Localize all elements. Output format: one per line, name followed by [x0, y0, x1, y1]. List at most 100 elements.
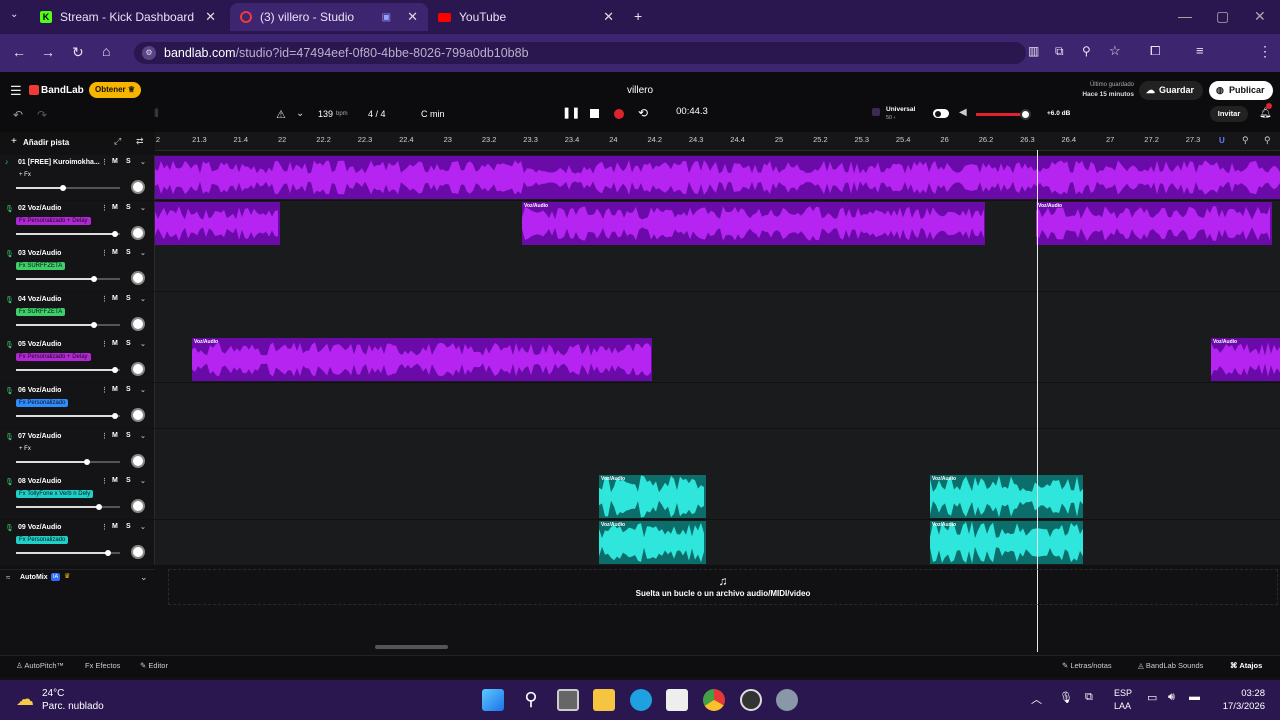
- chevron-down-icon[interactable]: ⌄: [140, 340, 146, 348]
- chevron-down-icon[interactable]: ⌄: [296, 108, 304, 119]
- track-header[interactable]: 🎙︎ 07 Voz/Audio ⋮ M S ⌄ + Fx: [0, 428, 155, 474]
- drop-zone[interactable]: ♫ Suelta un bucle o un archivo audio/MID…: [168, 569, 1278, 605]
- solo-button[interactable]: S: [126, 295, 131, 302]
- track-name[interactable]: 03 Voz/Audio: [18, 250, 61, 257]
- track-volume-slider[interactable]: [16, 185, 120, 191]
- master-volume-knob[interactable]: [1020, 109, 1032, 120]
- magnet-icon[interactable]: U: [1219, 136, 1225, 145]
- track-name[interactable]: 09 Voz/Audio: [18, 524, 61, 531]
- metronome-icon[interactable]: ⚠: [276, 108, 286, 121]
- mute-button[interactable]: M: [112, 158, 118, 165]
- solo-button[interactable]: S: [126, 386, 131, 393]
- track-header[interactable]: 🎙︎ 04 Voz/Audio ⋮ M S ⌄ Fx SURFFZETA: [0, 291, 155, 337]
- volume-knob[interactable]: [60, 185, 66, 191]
- volume-knob[interactable]: [112, 230, 118, 237]
- chevron-down-icon[interactable]: ⌄: [140, 523, 146, 531]
- track-header[interactable]: 🎙︎ 03 Voz/Audio ⋮ M S ⌄ Fx SURFFZETA: [0, 246, 155, 292]
- track-lane[interactable]: [155, 155, 1280, 200]
- track-volume-slider[interactable]: [16, 504, 120, 511]
- chevron-down-icon[interactable]: ⌄: [140, 477, 146, 485]
- hamburger-menu-icon[interactable]: ☰: [10, 83, 22, 99]
- fx-chip[interactable]: Fx Personalizado + Delay: [16, 216, 91, 225]
- track-header[interactable]: 🎙︎ 06 Voz/Audio ⋮ M S ⌄ Fx Personalizado: [0, 383, 155, 428]
- audio-clip[interactable]: [155, 201, 280, 245]
- track-volume-slider[interactable]: [16, 230, 120, 237]
- solo-button[interactable]: S: [126, 158, 131, 165]
- horizontal-scrollbar[interactable]: [375, 645, 448, 649]
- url-bar[interactable]: ⚙ bandlab.com/studio?id=47494eef-0f80-4b…: [134, 42, 1026, 64]
- track-menu-icon[interactable]: ⋮: [101, 477, 108, 485]
- close-icon[interactable]: ✕: [407, 9, 418, 25]
- add-track-button[interactable]: Añadir pista: [23, 138, 69, 147]
- chevron-down-icon[interactable]: ⌄: [140, 204, 146, 212]
- track-menu-icon[interactable]: ⋮: [101, 523, 108, 531]
- track-menu-icon[interactable]: ⋮: [101, 340, 108, 348]
- battery-icon[interactable]: ▬: [1189, 691, 1200, 703]
- track-name[interactable]: 02 Voz/Audio: [18, 205, 61, 212]
- bpm-value[interactable]: 139: [318, 109, 333, 119]
- fx-chip[interactable]: Fx Personalizado: [16, 535, 69, 544]
- mute-button[interactable]: M: [112, 204, 118, 211]
- settings-icon[interactable]: [776, 689, 798, 711]
- audio-clip[interactable]: Voz/Audio: [1036, 201, 1272, 245]
- track-volume-slider[interactable]: [16, 276, 120, 283]
- chrome-icon[interactable]: [703, 689, 725, 711]
- home-icon[interactable]: ⌂: [102, 43, 110, 59]
- volume-knob[interactable]: [96, 504, 102, 511]
- lang-2[interactable]: LAA: [1114, 701, 1131, 711]
- track-name[interactable]: 08 Voz/Audio: [18, 478, 61, 485]
- zoom-icon[interactable]: ⚲: [1082, 44, 1091, 58]
- record-icon[interactable]: [614, 109, 624, 119]
- track-lane[interactable]: Voz/Audio Voz/Audio: [155, 474, 1280, 520]
- zoom-out-icon[interactable]: ⚲: [1242, 135, 1249, 146]
- notification-bell-icon[interactable]: 🔔︎: [1259, 108, 1272, 119]
- timeline-ruler[interactable]: 2 21.3 21.4 22 22.2 22.3 22.4 23 23.2 23.3 23.4 24 2…: [155, 132, 1280, 151]
- chevron-down-icon[interactable]: ⌄: [140, 158, 146, 166]
- zoom-in-icon[interactable]: ⚲: [1264, 135, 1271, 146]
- lang-1[interactable]: ESP: [1114, 688, 1132, 698]
- tab-bandlab-studio[interactable]: (3) villero - Studio ▣ ✕: [230, 3, 428, 31]
- track-lane[interactable]: [155, 383, 1280, 428]
- bookmark-star-icon[interactable]: ☆: [1109, 43, 1121, 59]
- fx-chip[interactable]: Fx Personalizado: [16, 399, 69, 407]
- chevron-down-icon[interactable]: ⌄: [140, 432, 146, 440]
- audio-clip[interactable]: Voz/Audio: [1211, 338, 1280, 382]
- efectos-button[interactable]: Fx Efectos: [85, 661, 120, 670]
- solo-button[interactable]: S: [126, 204, 131, 211]
- windows-start-icon[interactable]: [482, 689, 504, 711]
- undo-icon[interactable]: ↶: [13, 108, 23, 122]
- obs-icon[interactable]: [740, 689, 762, 711]
- track-name[interactable]: 04 Voz/Audio: [18, 296, 61, 303]
- editor-button[interactable]: ✎ Editor: [140, 661, 168, 670]
- reload-icon[interactable]: ↻: [72, 44, 84, 61]
- task-view-icon[interactable]: [557, 689, 579, 711]
- pan-knob[interactable]: [131, 362, 145, 377]
- forward-icon[interactable]: →: [41, 44, 55, 60]
- track-menu-icon[interactable]: ⋮: [101, 158, 108, 166]
- preset-name[interactable]: Universal: [886, 106, 915, 113]
- chevron-down-icon[interactable]: ⌄: [140, 386, 146, 394]
- volume-icon[interactable]: 🔊︎: [1168, 691, 1175, 704]
- chevron-down-icon[interactable]: ⌄: [140, 572, 148, 583]
- audio-clip[interactable]: Voz/Audio: [192, 338, 652, 382]
- track-name[interactable]: 06 Voz/Audio: [18, 387, 61, 394]
- track-name[interactable]: 05 Voz/Audio: [18, 341, 61, 348]
- maximize-icon[interactable]: ▢: [1216, 8, 1229, 25]
- audio-clip[interactable]: Voz/Audio: [599, 475, 706, 519]
- file-explorer-icon[interactable]: [593, 689, 615, 711]
- track-header[interactable]: 🎙︎ 08 Voz/Audio ⋮ M S ⌄ Fx TollyFone x V…: [0, 474, 155, 520]
- fx-chip[interactable]: + Fx: [16, 171, 34, 179]
- pan-knob[interactable]: [131, 499, 145, 514]
- letras-button[interactable]: ✎ Letras/notas: [1062, 661, 1112, 670]
- chevron-down-icon[interactable]: ⌄: [140, 295, 146, 303]
- pan-knob[interactable]: [131, 225, 145, 240]
- track-header[interactable]: 🎙︎ 02 Voz/Audio ⋮ M S ⌄ Fx Personalizado…: [0, 200, 155, 246]
- mute-button[interactable]: M: [112, 432, 118, 439]
- loop-icon[interactable]: ⟲: [638, 106, 648, 120]
- display-icon[interactable]: ⧉: [1085, 691, 1093, 704]
- stop-icon[interactable]: [590, 109, 599, 118]
- solo-button[interactable]: S: [126, 249, 131, 256]
- track-lane[interactable]: Voz/Audio Voz/Audio: [155, 337, 1280, 383]
- track-volume-slider[interactable]: [16, 413, 120, 419]
- redo-icon[interactable]: ↷: [37, 108, 47, 122]
